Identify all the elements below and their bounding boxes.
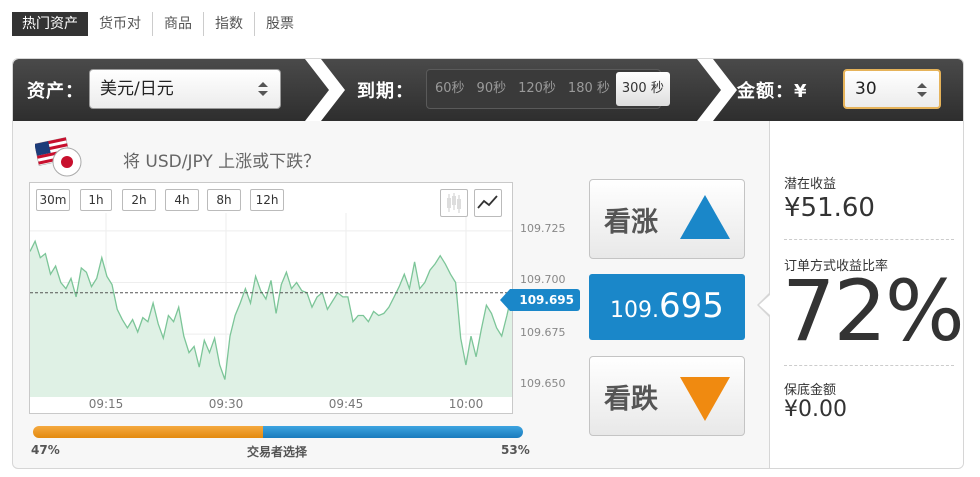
y-tick-label: 109.700 xyxy=(520,273,566,286)
triangle-down-icon xyxy=(680,377,730,421)
y-tick-label: 109.675 xyxy=(520,326,566,339)
select-arrows-icon xyxy=(258,82,268,96)
x-tick-label: 10:00 xyxy=(449,397,484,411)
tab-commodities[interactable]: 商品 xyxy=(152,12,203,36)
divider xyxy=(784,365,954,366)
divider xyxy=(784,239,954,240)
expiry-120s[interactable]: 120秒 xyxy=(512,72,562,106)
call-button[interactable]: 看涨 xyxy=(589,179,745,259)
expiry-label: 到期： xyxy=(357,81,414,102)
trading-widget: 资产： 美元/日元 到期： 60秒 90秒 120秒 180 秒 300 秒 金… xyxy=(12,58,964,469)
price-area-fill xyxy=(30,241,512,397)
price-decimal: 695 xyxy=(659,286,724,326)
guarantee-value: ¥0.00 xyxy=(784,397,847,422)
current-price-tag: 109.695 xyxy=(500,289,580,311)
chevron-separator-icon xyxy=(697,59,737,121)
x-tick-label: 09:45 xyxy=(329,397,364,411)
timeframe-12h[interactable]: 12h xyxy=(250,189,284,211)
potential-profit-label: 潜在收益 xyxy=(784,177,837,192)
payout-rate-value: 72% xyxy=(782,262,963,360)
timeframe-30m[interactable]: 30m xyxy=(36,189,70,211)
x-tick-label: 09:15 xyxy=(89,397,124,411)
sentiment-bar-call-share xyxy=(263,426,523,438)
asset-label: 资产： xyxy=(27,81,84,102)
triangle-up-icon xyxy=(680,195,730,239)
guarantee-label: 保底金额 xyxy=(784,383,837,398)
sentiment-caption: 交易者选择 xyxy=(247,445,308,459)
current-price-box: 109.695 xyxy=(589,274,745,340)
price-chart: 09:15 09:30 09:45 10:00 30m 1h 2h 4h 8h 12h xyxy=(29,182,513,414)
tab-stocks[interactable]: 股票 xyxy=(254,12,305,36)
question-text: 将 USD/JPY 上涨或下跌？ xyxy=(123,152,321,172)
payout-panel: 潜在收益 ¥51.60 订单方式收益比率 72% 保底金额 ¥0.00 xyxy=(757,121,963,468)
stepper-arrows-icon[interactable] xyxy=(917,83,927,97)
timeframe-1h[interactable]: 1h xyxy=(80,189,112,211)
asset-value: 美元/日元 xyxy=(100,79,174,99)
line-chart-icon[interactable] xyxy=(474,189,502,217)
chevron-separator-icon xyxy=(305,59,345,121)
category-tabs: 热门资产 货币对 商品 指数 股票 xyxy=(12,12,305,36)
candlestick-chart-icon[interactable] xyxy=(440,189,468,217)
expiry-60s[interactable]: 60秒 xyxy=(429,72,471,106)
sentiment-left-percent: 47% xyxy=(31,443,60,457)
sentiment-bar xyxy=(33,426,523,438)
expiry-90s[interactable]: 90秒 xyxy=(471,72,513,106)
price-chart-plot: 09:15 09:30 09:45 10:00 xyxy=(30,213,512,411)
expiry-selector: 60秒 90秒 120秒 180 秒 300 秒 xyxy=(426,69,670,109)
sentiment-right-percent: 53% xyxy=(501,443,530,457)
timeframe-4h[interactable]: 4h xyxy=(165,189,199,211)
tab-hot-assets[interactable]: 热门资产 xyxy=(12,12,88,36)
potential-profit-value: ¥51.60 xyxy=(784,193,875,223)
asset-select[interactable]: 美元/日元 xyxy=(89,69,281,109)
tab-indices[interactable]: 指数 xyxy=(203,12,254,36)
x-tick-label: 09:30 xyxy=(209,397,244,411)
sentiment-bar-put-share xyxy=(33,426,264,438)
expiry-300s[interactable]: 300 秒 xyxy=(615,72,670,106)
amount-input[interactable]: 30 xyxy=(843,69,941,109)
us-japan-flag-icon xyxy=(35,137,82,177)
tab-currency-pairs[interactable]: 货币对 xyxy=(88,12,152,36)
y-tick-label: 109.725 xyxy=(520,222,566,235)
put-label: 看跌 xyxy=(604,384,658,415)
timeframe-8h[interactable]: 8h xyxy=(207,189,241,211)
expiry-180s[interactable]: 180 秒 xyxy=(562,72,616,106)
price-integer: 109. xyxy=(610,298,660,323)
call-label: 看涨 xyxy=(604,207,658,238)
amount-value: 30 xyxy=(855,79,877,99)
y-tick-label: 109.650 xyxy=(520,377,566,390)
put-button[interactable]: 看跌 xyxy=(589,356,745,436)
amount-label: 金额：¥ xyxy=(737,81,808,102)
timeframe-2h[interactable]: 2h xyxy=(122,189,156,211)
control-bar: 资产： 美元/日元 到期： 60秒 90秒 120秒 180 秒 300 秒 金… xyxy=(13,59,963,121)
